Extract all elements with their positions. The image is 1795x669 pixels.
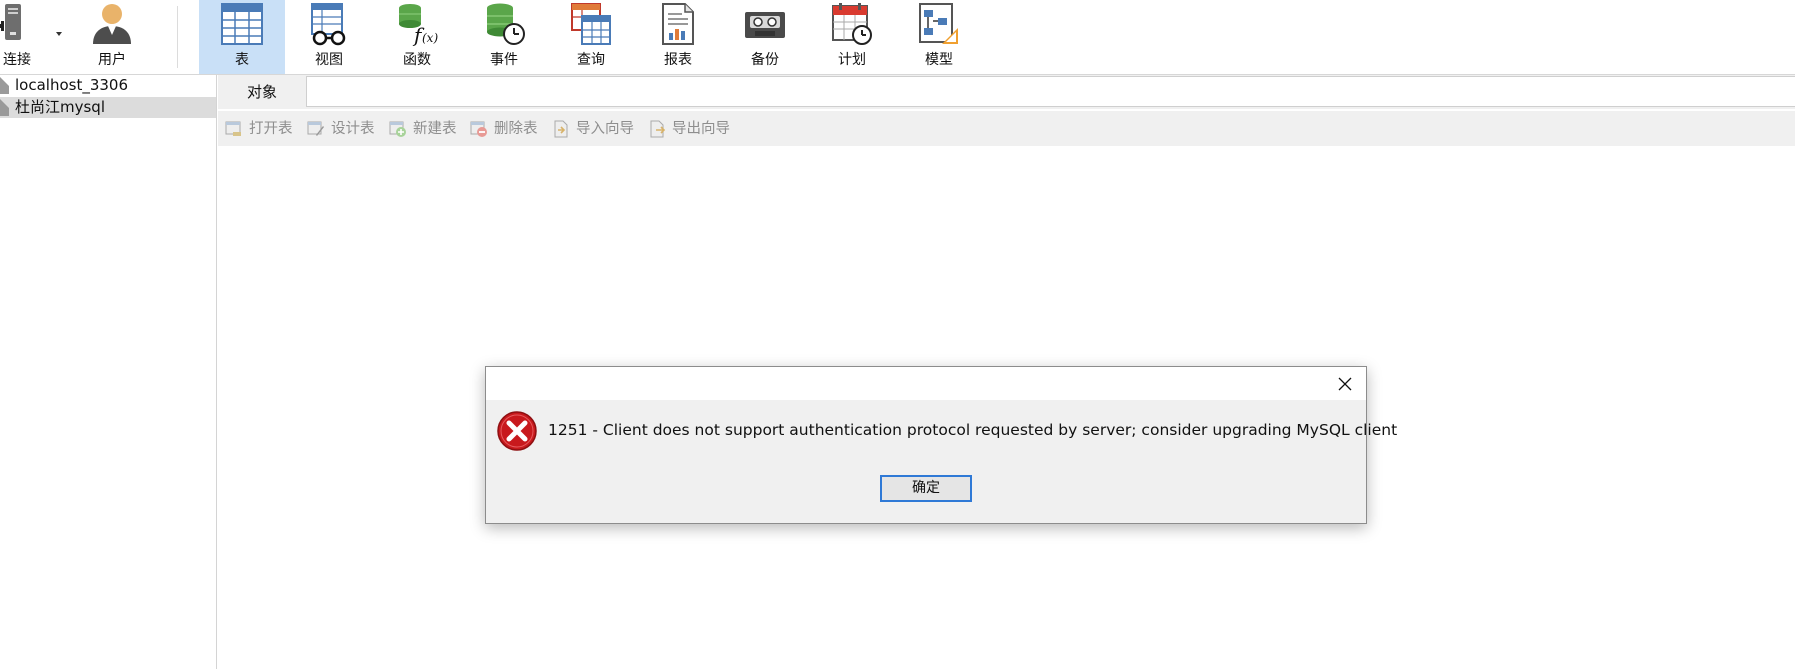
query-icon <box>571 3 611 45</box>
delete-table-label: 删除表 <box>494 121 538 137</box>
user-button[interactable]: 用户 <box>85 0 139 74</box>
tree-item-localhost[interactable]: localhost_3306 <box>0 75 216 96</box>
plug-server-icon <box>0 4 21 40</box>
main-ribbon-toolbar: 连接 用户 表 视图 f (x) 函数 事件 查询 报表 备份 计划 模型 <box>0 0 1795 75</box>
model-button[interactable]: 模型 <box>900 0 978 74</box>
new-table-label: 新建表 <box>413 121 457 137</box>
error-message: 1251 - Client does not support authentic… <box>548 421 1398 439</box>
tree-item-label: 杜尚江mysql <box>15 98 105 116</box>
report-label: 报表 <box>664 52 692 68</box>
query-label: 查询 <box>577 52 605 68</box>
dialog-titlebar[interactable] <box>486 367 1366 400</box>
backup-tape-icon <box>745 12 785 38</box>
open-table-label: 打开表 <box>249 121 293 137</box>
schedule-button[interactable]: 计划 <box>813 0 891 74</box>
object-toolbar: 打开表 设计表 新建表 删除表 导入向导 导出向导 <box>218 111 1795 146</box>
view-button[interactable]: 视图 <box>290 0 368 74</box>
table-icon <box>221 3 263 45</box>
tree-item-label: localhost_3306 <box>15 76 129 94</box>
connect-button[interactable]: 连接 <box>0 0 64 74</box>
error-dialog: 1251 - Client does not support authentic… <box>485 366 1397 524</box>
connection-tree: localhost_3306 杜尚江mysql <box>0 75 217 669</box>
tab-content-area <box>306 76 1795 107</box>
query-button[interactable]: 查询 <box>552 0 630 74</box>
delete-table-icon <box>470 121 487 137</box>
report-button[interactable]: 报表 <box>639 0 717 74</box>
open-table-icon <box>225 121 241 136</box>
ok-button[interactable]: 确定 <box>880 475 972 502</box>
svg-text:(x): (x) <box>422 31 438 45</box>
backup-label: 备份 <box>751 52 779 68</box>
event-clock-icon <box>487 3 525 45</box>
function-button[interactable]: f (x) 函数 <box>378 0 456 74</box>
function-fx-icon: f (x) <box>399 4 438 46</box>
chevron-down-icon[interactable] <box>56 32 62 36</box>
import-wizard-label: 导入向导 <box>576 121 634 137</box>
view-glasses-icon <box>311 3 346 46</box>
connection-icon <box>0 77 9 94</box>
ribbon-divider <box>177 6 178 68</box>
event-button[interactable]: 事件 <box>465 0 543 74</box>
view-label: 视图 <box>315 52 343 68</box>
table-label: 表 <box>235 52 249 68</box>
new-table-icon <box>389 121 406 137</box>
user-icon <box>93 4 131 44</box>
object-tab-strip: 对象 <box>218 75 1795 109</box>
user-label: 用户 <box>98 52 126 68</box>
export-wizard-icon <box>650 120 666 138</box>
connect-label: 连接 <box>3 52 31 68</box>
model-diagram-icon <box>919 3 958 44</box>
tree-item-dushangjiang-mysql[interactable]: 杜尚江mysql <box>0 97 216 118</box>
tab-object[interactable]: 对象 <box>218 75 306 109</box>
model-label: 模型 <box>925 52 953 68</box>
design-table-label: 设计表 <box>331 121 375 137</box>
connection-icon <box>0 99 9 116</box>
table-button[interactable]: 表 <box>199 0 285 74</box>
schedule-label: 计划 <box>838 52 866 68</box>
close-icon[interactable] <box>1330 370 1360 397</box>
backup-button[interactable]: 备份 <box>726 0 804 74</box>
calendar-schedule-icon <box>832 3 872 45</box>
event-label: 事件 <box>490 52 518 68</box>
import-wizard-icon <box>554 120 568 138</box>
report-icon <box>662 3 694 45</box>
error-icon <box>497 411 537 451</box>
design-table-icon <box>307 121 324 136</box>
function-label: 函数 <box>403 52 431 68</box>
export-wizard-label: 导出向导 <box>672 121 730 137</box>
